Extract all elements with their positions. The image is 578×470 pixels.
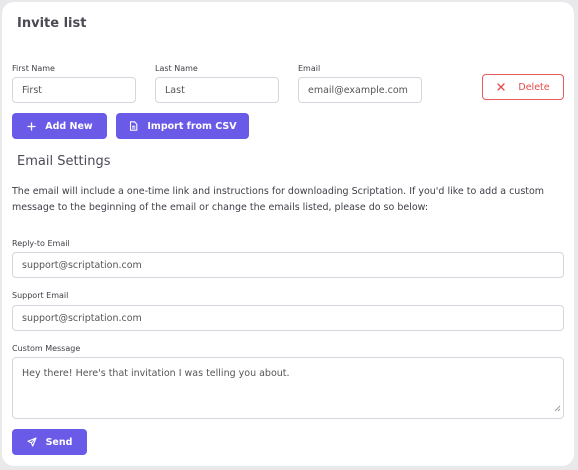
delete-button-label: Delete	[518, 81, 550, 93]
close-icon	[496, 82, 506, 92]
delete-button[interactable]: Delete	[482, 74, 564, 100]
send-icon	[27, 437, 37, 447]
custom-message-label: Custom Message	[12, 344, 81, 353]
custom-message-textarea[interactable]: Hey there! Here's that invitation I was …	[12, 357, 564, 419]
first-name-input[interactable]	[12, 77, 136, 103]
resize-handle-icon[interactable]	[554, 397, 561, 416]
add-new-button[interactable]: Add New	[12, 113, 107, 139]
send-label: Send	[45, 436, 73, 448]
last-name-label: Last Name	[155, 64, 198, 73]
invite-card: Invite list First Name Last Name Email D…	[2, 2, 574, 466]
email-settings-description: The email will include a one-time link a…	[12, 186, 545, 213]
invite-list-title: Invite list	[17, 16, 87, 31]
last-name-input[interactable]	[155, 77, 279, 103]
send-button[interactable]: Send	[12, 429, 87, 455]
email-settings-title: Email Settings	[17, 154, 111, 169]
reply-to-email-input[interactable]	[12, 252, 564, 278]
file-icon	[128, 121, 138, 131]
first-name-label: First Name	[12, 64, 55, 73]
import-csv-button[interactable]: Import from CSV	[116, 113, 249, 139]
add-new-label: Add New	[45, 120, 93, 132]
import-csv-label: Import from CSV	[147, 120, 237, 132]
email-input[interactable]	[298, 77, 422, 103]
reply-to-label: Reply-to Email	[12, 239, 70, 248]
support-email-label: Support Email	[12, 291, 69, 300]
support-email-input[interactable]	[12, 305, 564, 331]
custom-message-wrapper: Hey there! Here's that invitation I was …	[12, 357, 564, 419]
plus-icon	[26, 121, 36, 131]
email-label: Email	[298, 64, 321, 73]
